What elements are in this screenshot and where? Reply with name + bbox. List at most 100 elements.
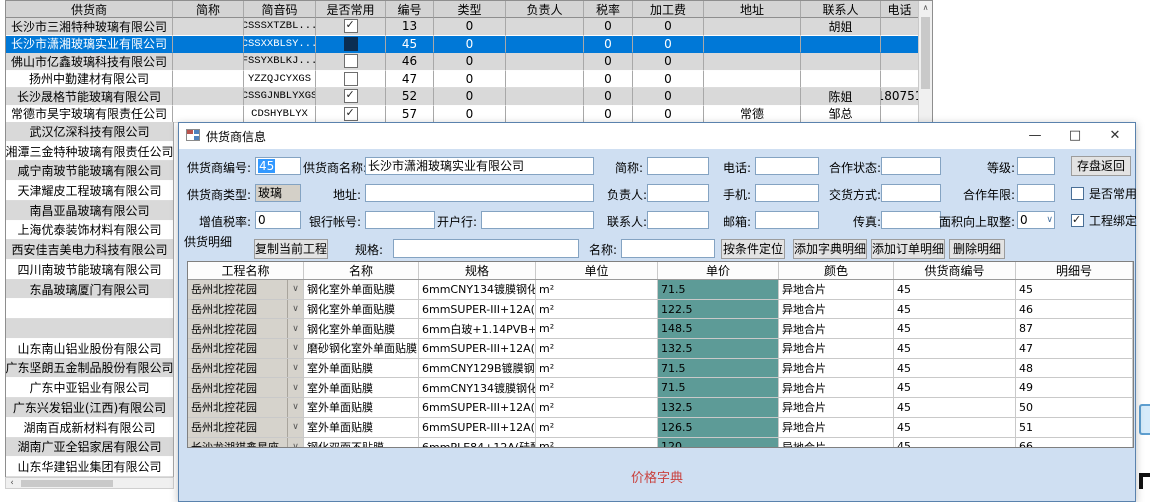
manager-input[interactable]	[647, 184, 709, 202]
supplier-no-input[interactable]: 45	[255, 157, 301, 175]
cell-unit[interactable]: m²	[536, 378, 658, 397]
cell-spec[interactable]: 6mmCNY129B镀膜钢化	[419, 359, 536, 378]
chevron-down-icon[interactable]: ∨	[287, 359, 303, 378]
cell-name[interactable]: 室外单面贴膜	[304, 378, 419, 397]
cell-spec[interactable]: 6mmSUPER-III+12A(硅...	[419, 300, 536, 319]
detail-column-header[interactable]: 工程名称	[188, 262, 304, 279]
cell-detail-id[interactable]: 51	[1016, 418, 1133, 437]
cell-price[interactable]: 122.5	[658, 300, 779, 319]
vertical-scrollbar-thumb[interactable]	[921, 17, 930, 89]
column-header[interactable]: 编号	[386, 1, 434, 18]
detail-column-header[interactable]: 供货商编号	[894, 262, 1016, 279]
cell-unit[interactable]: m²	[536, 398, 658, 417]
supplier-list-item[interactable]: 广东中亚铝业有限公司	[6, 378, 173, 398]
cell-spec[interactable]: 6mmSUPER-III+12A(硅...	[419, 418, 536, 437]
supplier-list-item[interactable]: 湘潭三金特种玻璃有限责任公司	[6, 142, 173, 162]
cell-supplier-id[interactable]: 45	[894, 438, 1016, 449]
mobile-input[interactable]	[755, 184, 819, 202]
column-header[interactable]: 简音码	[244, 1, 316, 18]
detail-column-header[interactable]: 明细号	[1016, 262, 1133, 279]
cell-detail-id[interactable]: 47	[1016, 339, 1133, 358]
cell-name[interactable]: 室外单面贴膜	[304, 398, 419, 417]
cell-price[interactable]: 126.5	[658, 418, 779, 437]
cell-supplier-id[interactable]: 45	[894, 280, 1016, 299]
column-header[interactable]: 税率	[584, 1, 633, 18]
coop-years-input[interactable]	[1017, 184, 1055, 202]
cell-supplier-id[interactable]: 45	[894, 378, 1016, 397]
add-dict-detail-button[interactable]: 添加字典明细	[793, 239, 867, 259]
supplier-row[interactable]: 长沙晟格节能玻璃有限公司CSSGJNBLYXGS52000陈姐180751	[6, 88, 932, 106]
cell-detail-id[interactable]: 49	[1016, 378, 1133, 397]
cell-name[interactable]: 室外单面贴膜	[304, 359, 419, 378]
cell-color[interactable]: 异地合片	[779, 319, 894, 338]
supplier-type-input[interactable]: 玻璃	[255, 184, 301, 202]
detail-row[interactable]: 岳州北控花园∨磨砂钢化室外单面贴膜6mmSUPER-III+12A(硅...m²…	[188, 339, 1133, 359]
add-order-detail-button[interactable]: 添加订单明细	[871, 239, 945, 259]
chevron-down-icon[interactable]: ∨	[287, 280, 303, 299]
cell-spec[interactable]: 6mmCNY134镀膜钢化	[419, 280, 536, 299]
project-combobox-cell[interactable]: 岳州北控花园∨	[188, 418, 304, 437]
cell-unit[interactable]: m²	[536, 319, 658, 338]
copy-project-button[interactable]: 复制当前工程	[254, 239, 328, 259]
close-button[interactable]: ✕	[1095, 123, 1135, 149]
column-header[interactable]: 联系人	[801, 1, 881, 18]
cell-supplier-id[interactable]: 45	[894, 418, 1016, 437]
supplier-row[interactable]: 常德市昊宇玻璃有限责任公司CDSHYBLYX57000常德邹总	[6, 106, 932, 124]
supplier-list-item[interactable]: 咸宁南玻节能玻璃有限公司	[6, 161, 173, 181]
cell-spec[interactable]: 6mmPLE84+12A(硅酮胶...	[419, 438, 536, 449]
grade-input[interactable]	[1017, 157, 1055, 175]
bank-account-input[interactable]	[365, 211, 435, 229]
supplier-list-item[interactable]: 山东南山铝业股份有限公司	[6, 339, 173, 359]
cell-color[interactable]: 异地合片	[779, 300, 894, 319]
supplier-row[interactable]: 扬州中勤建材有限公司YZZQJCYXGS47000	[6, 71, 932, 89]
cell-supplier-id[interactable]: 45	[894, 398, 1016, 417]
email-input[interactable]	[755, 211, 819, 229]
common-checkbox[interactable]	[344, 37, 358, 51]
chevron-down-icon[interactable]: ∨	[287, 339, 303, 358]
phone-input[interactable]	[755, 157, 819, 175]
save-return-button[interactable]: 存盘返回	[1071, 156, 1131, 176]
abbr-input[interactable]	[647, 157, 709, 175]
detail-row[interactable]: 岳州北控花园∨室外单面贴膜6mmSUPER-III+12A(硅...m²132.…	[188, 398, 1133, 418]
column-header[interactable]: 供货商	[6, 1, 173, 18]
chevron-down-icon[interactable]: ∨	[287, 438, 303, 449]
common-checkbox[interactable]	[344, 107, 358, 121]
locate-button[interactable]: 按条件定位	[721, 239, 785, 259]
cell-unit[interactable]: m²	[536, 359, 658, 378]
cell-spec[interactable]: 6mmSUPER-III+12A(硅...	[419, 398, 536, 417]
detail-row[interactable]: 岳州北控花园∨钢化室外单面贴膜6mm白玻+1.14PVB+6mm...m²148…	[188, 319, 1133, 339]
cell-supplier-id[interactable]: 45	[894, 359, 1016, 378]
cell-color[interactable]: 异地合片	[779, 438, 894, 449]
detail-row[interactable]: 岳州北控花园∨室外单面贴膜6mmCNY129B镀膜钢化m²71.5异地合片454…	[188, 359, 1133, 379]
column-header[interactable]: 类型	[434, 1, 506, 18]
project-combobox-cell[interactable]: 长沙龙湖祺鑫星座∨	[188, 438, 304, 449]
project-combobox-cell[interactable]: 岳州北控花园∨	[188, 339, 304, 358]
cell-name[interactable]: 钢化室外单面贴膜	[304, 319, 419, 338]
cell-unit[interactable]: m²	[536, 339, 658, 358]
supplier-list-item[interactable]: 湖南广亚全铝家居有限公司	[6, 438, 173, 458]
cell-color[interactable]: 异地合片	[779, 359, 894, 378]
cell-name[interactable]: 钢化室外单面贴膜	[304, 280, 419, 299]
project-combobox-cell[interactable]: 岳州北控花园∨	[188, 319, 304, 338]
supplier-list-item[interactable]: 上海优泰装饰材料有限公司	[6, 221, 173, 241]
detail-column-header[interactable]: 颜色	[779, 262, 894, 279]
detail-row[interactable]: 岳州北控花园∨室外单面贴膜6mmSUPER-III+12A(硅...m²126.…	[188, 418, 1133, 438]
cell-price[interactable]: 71.5	[658, 378, 779, 397]
project-combobox-cell[interactable]: 岳州北控花园∨	[188, 378, 304, 397]
cell-color[interactable]: 异地合片	[779, 378, 894, 397]
delete-detail-button[interactable]: 删除明细	[949, 239, 1005, 259]
project-combobox-cell[interactable]: 岳州北控花园∨	[188, 280, 304, 299]
scroll-left-icon[interactable]: ‹	[6, 478, 18, 488]
detail-row[interactable]: 岳州北控花园∨钢化室外单面贴膜6mmSUPER-III+12A(硅...m²12…	[188, 300, 1133, 320]
supplier-list-item[interactable]: 广东坚朗五金制品股份有限公司	[6, 359, 173, 379]
vertical-scrollbar[interactable]: ∧	[918, 1, 932, 122]
detail-column-header[interactable]: 单位	[536, 262, 658, 279]
minimize-button[interactable]: —	[1015, 123, 1055, 149]
detail-row[interactable]: 岳州北控花园∨钢化室外单面贴膜6mmCNY134镀膜钢化m²71.5异地合片45…	[188, 280, 1133, 300]
often-used-checkbox[interactable]: 是否常用	[1071, 185, 1137, 203]
supplier-list-item[interactable]: 湖南百成新材料有限公司	[6, 418, 173, 438]
cell-detail-id[interactable]: 87	[1016, 319, 1133, 338]
common-checkbox[interactable]	[344, 19, 358, 33]
chevron-down-icon[interactable]: ∨	[287, 300, 303, 319]
supplier-row[interactable]: 长沙市三湘特种玻璃有限公司CSSSXTZBL...13000胡姐	[6, 18, 932, 36]
